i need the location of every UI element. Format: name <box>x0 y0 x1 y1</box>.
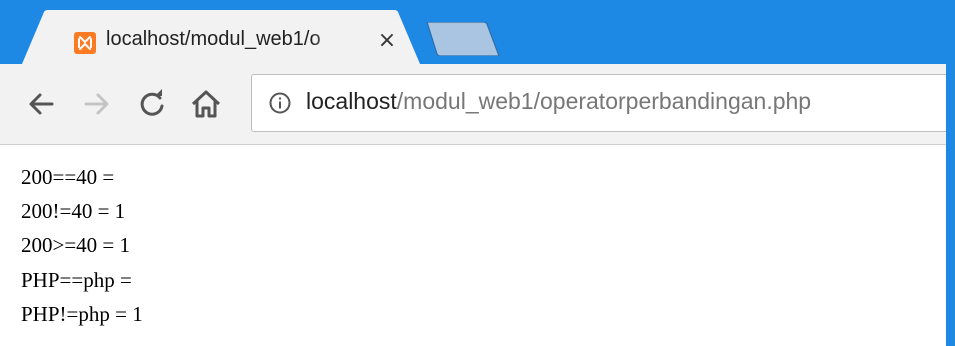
forward-button[interactable] <box>78 86 114 122</box>
url-text[interactable]: localhost/modul_web1/operatorperbandinga… <box>306 88 811 115</box>
new-tab-button[interactable] <box>425 21 501 57</box>
info-icon[interactable] <box>268 91 292 115</box>
page-content: 200==40 = 200!=40 = 1 200>=40 = 1 PHP==p… <box>0 145 946 346</box>
url-host: localhost <box>306 88 397 114</box>
xampp-icon <box>74 32 96 54</box>
tab-strip: localhost/modul_web1/o × <box>0 0 955 64</box>
new-tab-icon <box>426 21 500 57</box>
output-line: PHP==php = <box>21 268 132 292</box>
url-path: /modul_web1/operatorperbandingan.php <box>396 88 812 114</box>
back-arrow-icon <box>29 93 54 115</box>
reload-button[interactable] <box>134 86 170 122</box>
active-tab[interactable]: localhost/modul_web1/o × <box>22 10 422 64</box>
home-button[interactable] <box>188 86 224 122</box>
reload-icon <box>140 89 164 116</box>
output-line: 200!=40 = 1 <box>21 199 126 223</box>
back-button[interactable] <box>24 86 60 122</box>
output-line: 200==40 = <box>21 165 115 189</box>
output-line: 200>=40 = 1 <box>21 233 131 257</box>
output-line: PHP!=php = 1 <box>21 302 143 326</box>
browser-window: localhost/modul_web1/o × localhost/modul… <box>0 0 955 346</box>
tab-title: localhost/modul_web1/o <box>106 28 321 50</box>
address-bar[interactable]: localhost/modul_web1/operatorperbandinga… <box>251 74 955 132</box>
tab-close-icon[interactable]: × <box>376 30 398 52</box>
toolbar: localhost/modul_web1/operatorperbandinga… <box>0 64 955 145</box>
home-icon <box>191 90 221 118</box>
window-border <box>946 64 955 346</box>
forward-arrow-icon <box>84 93 109 115</box>
